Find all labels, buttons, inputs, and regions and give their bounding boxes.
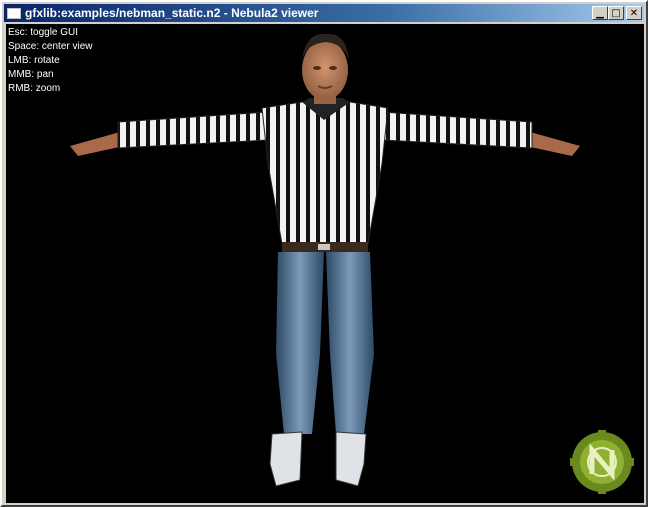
close-button[interactable]: ✕ <box>626 6 642 20</box>
scene-canvas <box>70 33 634 494</box>
help-line-mmb: MMB: pan <box>8 69 54 80</box>
help-line-lmb: LMB: rotate <box>8 55 60 66</box>
render-viewport[interactable]: Esc: toggle GUI Space: center view LMB: … <box>6 24 644 503</box>
help-overlay: Esc: toggle GUI Space: center view LMB: … <box>8 26 93 96</box>
title-bar[interactable]: gfxlib:examples/nebman_static.n2 - Nebul… <box>4 4 644 22</box>
referee-model <box>70 33 580 487</box>
minimize-button[interactable]: ▁ <box>592 6 608 20</box>
maximize-button[interactable]: □ <box>608 6 624 20</box>
app-icon[interactable] <box>7 7 21 19</box>
help-line-rmb: RMB: zoom <box>8 83 61 94</box>
help-line-esc: Esc: toggle GUI <box>8 27 79 38</box>
help-line-space: Space: center view <box>8 41 93 52</box>
viewer-window: gfxlib:examples/nebman_static.n2 - Nebul… <box>0 0 648 507</box>
window-title: gfxlib:examples/nebman_static.n2 - Nebul… <box>25 6 319 20</box>
nebula-logo-icon <box>570 430 634 494</box>
